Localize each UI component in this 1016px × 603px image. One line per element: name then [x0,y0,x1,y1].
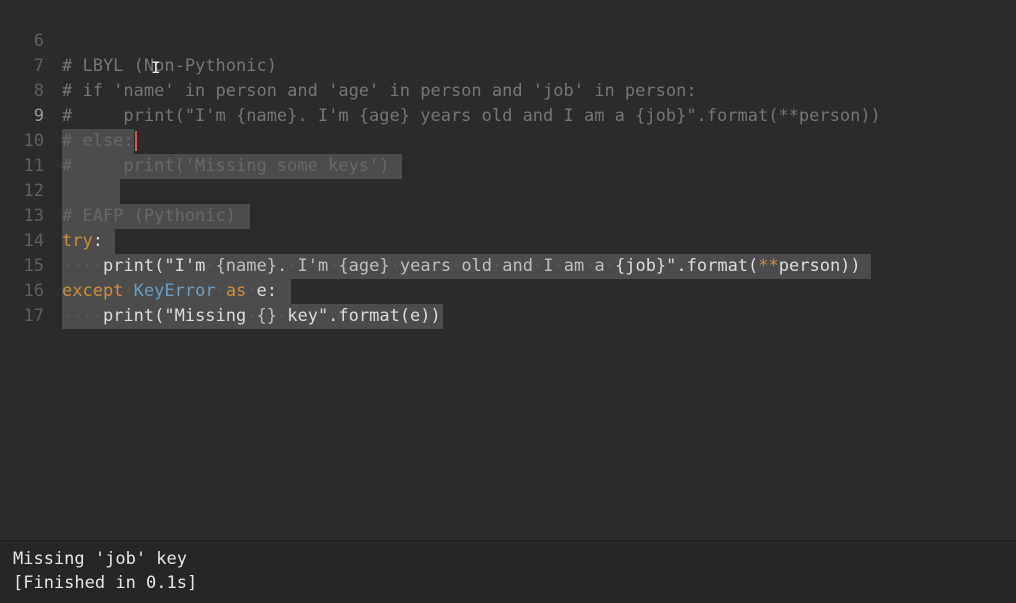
selection: except·KeyError·as·e: [62,279,292,304]
selection: ····print("Missing·{}·key".format(e)) [62,304,443,329]
code-content [62,179,120,204]
code-line-10[interactable]: 10 # print('Missing some keys') [0,104,402,179]
code-token: person)) [778,256,861,276]
class-name: KeyError [133,281,216,301]
whitespace-dot: · [246,306,257,326]
code-text: # if 'name' in person and 'age' in perso… [62,81,697,101]
code-line-12[interactable]: 12 # EAFP (Pythonic) [0,154,250,229]
code-token: {} [256,306,277,326]
text-cursor [134,131,137,151]
output-line-1: Missing 'job' key [13,549,187,569]
code-line-7[interactable]: 7 # if 'name' in person and 'age' in per… [0,29,697,101]
code-token: {age} [338,256,390,276]
code-token: old [461,256,493,276]
whitespace-dot: · [287,256,298,276]
indent-dots: ···· [62,256,103,276]
whitespace-dot: · [492,256,503,276]
whitespace-dot: · [205,256,216,276]
code-line-11[interactable]: 11 [0,129,120,204]
keyword-try: try [62,231,93,251]
code-token: key".format(e)) [287,306,441,326]
whitespace-dot: · [553,256,564,276]
selection: ····print("I'm·{name}.·I'm·{age}·years·o… [62,254,871,279]
code-line-17[interactable]: 17 [0,279,44,326]
code-content: # print('Missing some keys') [62,154,402,179]
keyword-as: as [225,281,247,301]
code-token: I'm [297,256,329,276]
code-token: {job}".format( [614,256,759,276]
code-token: print("I'm [102,256,206,276]
code-text: # EAFP (Pythonic) [62,204,250,229]
output-line-2: [Finished in 0.1s] [13,573,198,593]
whitespace-dot: · [215,281,226,301]
whitespace-dot: · [276,306,288,326]
whitespace-dot: · [246,281,257,301]
code-line-6[interactable]: 6 # LBYL (Non-Pythonic) [0,4,277,76]
code-text: # LBYL (Non-Pythonic) [62,56,277,76]
code-content: # EAFP (Pythonic) [62,204,250,229]
code-text: # print("I'm {name}. I'm {age} years old… [62,106,881,126]
selection: try: [62,229,115,254]
code-text: # print('Missing some keys') [62,154,402,179]
ibeam-cursor-icon: I [151,58,161,77]
whitespace-dot: · [451,256,462,276]
keyword-except: except [62,281,124,301]
code-line-14[interactable]: 14 ····print("I'm·{name}.·I'm·{age}·year… [0,204,871,279]
whitespace-dot: · [584,256,595,276]
line-number: 17 [23,306,44,326]
code-line-15[interactable]: 15 except·KeyError·as·e: [0,229,292,304]
whitespace-dot: · [533,256,544,276]
code-token: {name}. [215,256,288,276]
indent-dots: ···· [62,306,103,326]
whitespace-dot: · [389,256,400,276]
code-token: years [399,256,452,276]
code-line-16[interactable]: 16 ····print("Missing·{}·key".format(e)) [0,254,443,329]
operator: ** [758,256,779,276]
code-token: and [502,256,533,276]
whitespace-dot: · [604,256,615,276]
code-token: a [594,256,605,276]
code-editor[interactable]: 6 # LBYL (Non-Pythonic) 7 # if 'name' in… [0,0,1016,540]
code-content: try: [62,229,115,254]
code-content: ····print("Missing·{}·key".format(e)) [62,304,443,329]
selection-block [62,179,120,204]
whitespace-dot: · [328,256,339,276]
code-token: I [543,256,554,276]
build-output-panel: Missing 'job' key [Finished in 0.1s] [0,540,1016,603]
code-line-9[interactable]: 9 # else: [0,79,137,154]
code-token: print("Missing [102,306,247,326]
code-content: except·KeyError·as·e: [62,279,292,304]
code-content: # else: [62,129,137,154]
code-text: # else: [62,129,134,154]
code-text: : [92,231,103,251]
code-line-8[interactable]: 8 # print("I'm {name}. I'm {age} years o… [0,54,881,126]
code-token: e: [256,281,278,301]
code-line-13[interactable]: 13 try: [0,179,115,254]
code-token: am [563,256,585,276]
code-content: ····print("I'm·{name}.·I'm·{age}·years·o… [62,254,871,279]
whitespace-dot: · [123,281,134,301]
